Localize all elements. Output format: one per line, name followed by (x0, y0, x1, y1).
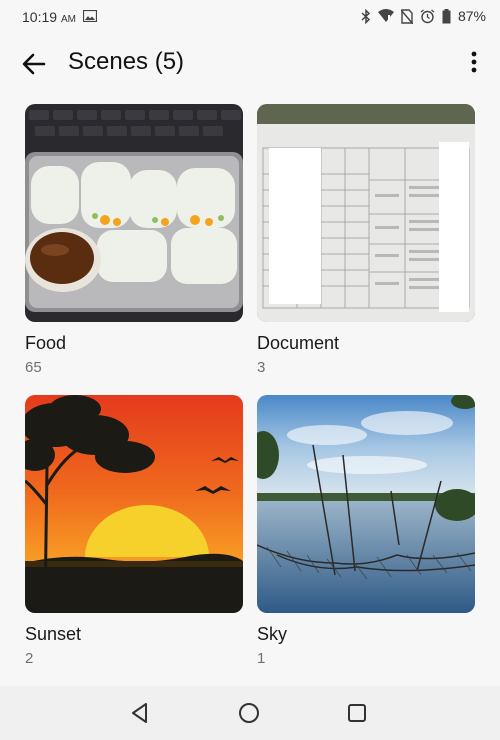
bluetooth-icon (361, 8, 371, 24)
alarm-icon (420, 8, 435, 23)
more-vert-icon[interactable] (466, 48, 482, 78)
status-time: 10:19 AM (22, 9, 76, 25)
page-title: Scenes (5) (68, 48, 185, 75)
status-icons: 87% (361, 8, 486, 24)
scene-card-document[interactable]: Document 3 (257, 104, 475, 379)
scene-count-food: 65 (25, 359, 42, 376)
scene-count-document: 3 (257, 359, 266, 376)
square-recents-icon[interactable] (344, 700, 370, 726)
scene-card-sunset[interactable]: Sunset 2 (25, 395, 243, 670)
scene-card-food[interactable]: Food 65 (25, 104, 243, 379)
status-ampm: AM (60, 14, 76, 25)
status-bar: 10:19 AM 87% (0, 0, 500, 34)
scene-label-food: Food (25, 333, 67, 353)
scene-label-sky: Sky (257, 624, 288, 644)
gallery-notification-icon (83, 10, 97, 22)
scene-thumbnail-sky (257, 395, 475, 613)
scene-label-document: Document (257, 333, 340, 353)
arrow-left-icon[interactable] (18, 48, 50, 80)
system-nav-bar (0, 686, 500, 740)
battery-icon (442, 8, 451, 23)
wifi-icon (377, 9, 394, 22)
battery-percent: 87% (457, 8, 486, 24)
scene-count-sky: 1 (257, 650, 266, 667)
status-time-value: 10:19 (22, 9, 58, 25)
scene-thumbnail-sunset (25, 395, 243, 613)
no-sim-icon (400, 8, 413, 24)
scene-thumbnail-document (257, 104, 475, 322)
scene-card-sky[interactable]: Sky 1 (257, 395, 475, 670)
app-bar: Scenes (5) (0, 34, 500, 94)
triangle-back-icon[interactable] (127, 700, 153, 726)
circle-home-icon[interactable] (236, 700, 262, 726)
scene-label-sunset: Sunset (25, 624, 82, 644)
scene-thumbnail-food (25, 104, 243, 322)
scene-count-sunset: 2 (25, 650, 34, 667)
